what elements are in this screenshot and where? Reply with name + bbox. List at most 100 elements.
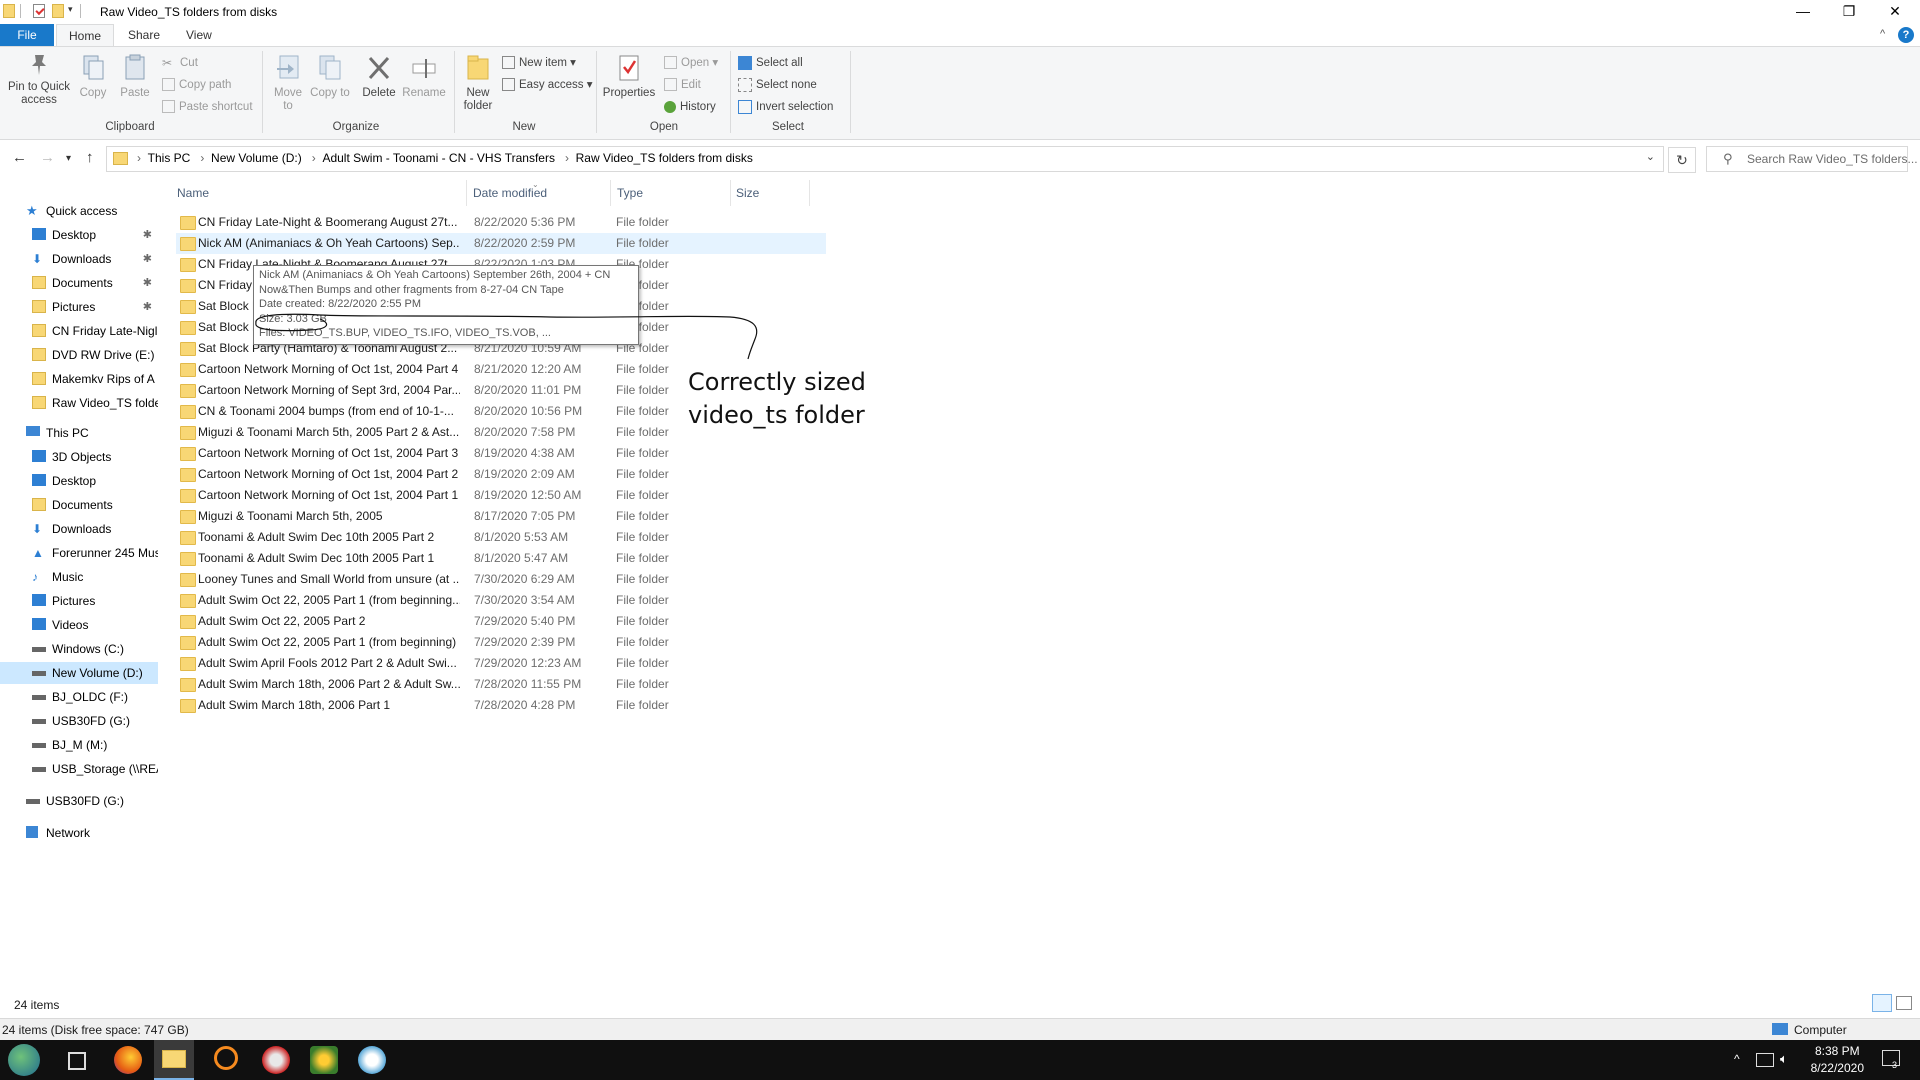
app-icon[interactable] <box>358 1046 386 1074</box>
properties-qat-icon[interactable] <box>33 4 45 18</box>
file-row[interactable]: Toonami & Adult Swim Dec 10th 2005 Part … <box>176 548 826 569</box>
pin-icon[interactable]: ✱ <box>143 248 152 270</box>
edit-button[interactable]: Edit <box>664 76 701 94</box>
nav-quick-item[interactable]: Documents ✱ <box>0 272 158 294</box>
nav-pc-item[interactable]: 3D Objects <box>0 446 158 468</box>
maximize-button[interactable]: ❐ <box>1826 0 1872 24</box>
open-button[interactable]: Open ▾ <box>664 54 718 72</box>
pin-icon[interactable]: ✱ <box>143 272 152 294</box>
tab-home[interactable]: Home <box>56 24 115 47</box>
nav-network[interactable]: Network <box>0 822 158 844</box>
new-item-button[interactable]: New item ▾ <box>502 54 576 72</box>
nav-pc-item[interactable]: Documents <box>0 494 158 516</box>
notifications-icon[interactable] <box>1882 1050 1900 1066</box>
nav-pc-item[interactable]: New Volume (D:) <box>0 662 158 684</box>
file-row[interactable]: Adult Swim March 18th, 2006 Part 2 & Adu… <box>176 674 826 695</box>
nav-pc-item[interactable]: Windows (C:) <box>0 638 158 660</box>
nav-usb-drive[interactable]: USB30FD (G:) <box>0 790 158 812</box>
file-row[interactable]: Adult Swim Oct 22, 2005 Part 1 (from beg… <box>176 590 826 611</box>
easy-access-button[interactable]: Easy access ▾ <box>502 76 593 94</box>
nav-quick-item[interactable]: Pictures ✱ <box>0 296 158 318</box>
copy-button[interactable]: Copy <box>76 53 110 100</box>
file-row[interactable]: Adult Swim April Fools 2012 Part 2 & Adu… <box>176 653 826 674</box>
nav-pc-item[interactable]: ⬇ Downloads <box>0 518 158 540</box>
forward-arrow-icon[interactable]: → <box>40 149 55 166</box>
select-all-button[interactable]: Select all <box>738 54 803 72</box>
nav-pc-item[interactable]: USB_Storage (\\REA <box>0 758 158 780</box>
start-button-icon[interactable] <box>8 1044 40 1076</box>
breadcrumb-current-folder[interactable]: Raw Video_TS folders from disks <box>576 151 753 165</box>
move-to-button[interactable]: Move to <box>268 53 308 113</box>
tray-overflow-icon[interactable]: ^ <box>1734 1052 1740 1066</box>
volume-icon[interactable]: 🔈︎ <box>1780 1051 1788 1067</box>
column-header-date[interactable]: Date modified <box>473 186 547 208</box>
tab-share[interactable]: Share <box>116 24 172 46</box>
rename-button[interactable]: Rename <box>402 53 446 100</box>
close-button[interactable]: ✕ <box>1872 0 1918 24</box>
quick-access[interactable]: ★ Quick access <box>0 200 158 222</box>
pin-icon[interactable]: ✱ <box>143 296 152 318</box>
file-row[interactable]: Cartoon Network Morning of Oct 1st, 2004… <box>176 443 826 464</box>
file-explorer-taskbar-button[interactable] <box>154 1040 194 1080</box>
qat-dropdown-icon[interactable]: ▾ <box>68 4 73 15</box>
breadcrumb-vhs-transfers[interactable]: Adult Swim - Toonami - CN - VHS Transfer… <box>322 151 555 165</box>
column-header-type[interactable]: Type <box>617 186 643 208</box>
nav-pc-item[interactable]: ♪ Music <box>0 566 158 588</box>
taskbar-clock[interactable]: 8:38 PM 8/22/2020 <box>1811 1043 1864 1077</box>
app-icon[interactable] <box>310 1046 338 1074</box>
paste-button[interactable]: Paste <box>118 53 152 100</box>
refresh-icon[interactable]: ↻ <box>1668 147 1696 173</box>
select-none-button[interactable]: Select none <box>738 76 817 94</box>
details-view-icon[interactable] <box>1872 994 1892 1012</box>
breadcrumb-new-volume[interactable]: New Volume (D:) <box>211 151 302 165</box>
file-row[interactable]: Miguzi & Toonami March 5th, 2005 8/17/202… <box>176 506 826 527</box>
nav-quick-item[interactable]: Makemkv Rips of A <box>0 368 158 390</box>
delete-button[interactable]: Delete <box>358 53 400 100</box>
nav-pc-item[interactable]: Videos <box>0 614 158 636</box>
address-bar[interactable]: › This PC › New Volume (D:) › Adult Swim… <box>106 146 1664 172</box>
file-row[interactable]: Looney Tunes and Small World from unsure… <box>176 569 826 590</box>
network-tray-icon[interactable] <box>1756 1053 1774 1067</box>
back-arrow-icon[interactable]: ← <box>12 149 27 166</box>
minimize-button[interactable]: — <box>1780 0 1826 24</box>
file-row[interactable]: Cartoon Network Morning of Oct 1st, 2004… <box>176 464 826 485</box>
up-arrow-icon[interactable]: ↑ <box>86 149 94 166</box>
cut-button[interactable]: ✂ Cut <box>162 54 198 72</box>
nav-pc-item[interactable]: Desktop <box>0 470 158 492</box>
new-folder-qat-icon[interactable] <box>52 4 64 18</box>
file-row[interactable]: Adult Swim Oct 22, 2005 Part 2 7/29/2020 … <box>176 611 826 632</box>
column-header-name[interactable]: Name <box>177 186 209 208</box>
new-folder-button[interactable]: New folder <box>458 53 498 113</box>
history-button[interactable]: History <box>664 98 716 116</box>
nav-pc-item[interactable]: BJ_OLDC (F:) <box>0 686 158 708</box>
firefox-icon[interactable] <box>114 1046 142 1074</box>
pin-quick-access-button[interactable]: Pin to Quick access <box>4 53 74 107</box>
file-row[interactable]: Nick AM (Animaniacs & Oh Yeah Cartoons) … <box>176 233 826 254</box>
column-header-size[interactable]: Size <box>736 186 759 208</box>
file-row[interactable]: Adult Swim March 18th, 2006 Part 1 7/28/2… <box>176 695 826 716</box>
properties-button[interactable]: Properties <box>600 53 658 100</box>
collapse-ribbon-icon[interactable]: ^ <box>1880 28 1885 40</box>
nav-quick-item[interactable]: DVD RW Drive (E:) <box>0 344 158 366</box>
file-row[interactable]: CN Friday Late-Night & Boomerang August … <box>176 212 826 233</box>
nav-pc-item[interactable]: ▲ Forerunner 245 Mus <box>0 542 158 564</box>
tab-file[interactable]: File <box>0 24 54 46</box>
paste-shortcut-button[interactable]: Paste shortcut <box>162 98 253 116</box>
search-input[interactable]: ⚲ Search Raw Video_TS folders... <box>1706 146 1918 172</box>
large-icons-view-icon[interactable] <box>1896 996 1912 1010</box>
app-icon[interactable] <box>262 1046 290 1074</box>
nav-quick-item[interactable]: CN Friday Late-Nigl <box>0 320 158 342</box>
breadcrumb-this-pc[interactable]: This PC <box>148 151 191 165</box>
nav-quick-item[interactable]: ⬇ Downloads ✱ <box>0 248 158 270</box>
nav-this-pc[interactable]: This PC <box>0 422 158 444</box>
copy-path-button[interactable]: Copy path <box>162 76 231 94</box>
task-view-icon[interactable] <box>68 1052 86 1070</box>
nav-quick-item[interactable]: Desktop ✱ <box>0 224 158 246</box>
recent-locations-icon[interactable]: ▾ <box>66 153 71 164</box>
address-dropdown-icon[interactable]: ⌄ <box>1646 150 1655 163</box>
nav-pc-item[interactable]: BJ_M (M:) <box>0 734 158 756</box>
file-row[interactable]: Cartoon Network Morning of Oct 1st, 2004… <box>176 485 826 506</box>
nav-pc-item[interactable]: Pictures <box>0 590 158 612</box>
copy-to-button[interactable]: Copy to <box>310 53 350 100</box>
file-row[interactable]: Toonami & Adult Swim Dec 10th 2005 Part … <box>176 527 826 548</box>
